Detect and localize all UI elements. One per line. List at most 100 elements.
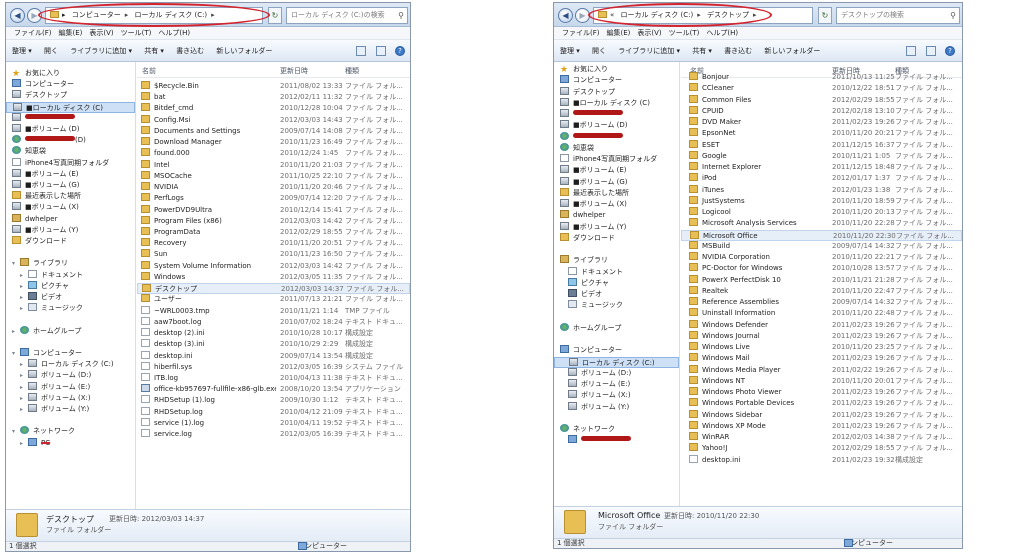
file-row[interactable]: ESET 2011/12/15 16:37 ファイル フォル...	[681, 139, 962, 151]
file-row[interactable]: office-kb957697-fullfile-x86-glb.exe 2008…	[137, 384, 410, 395]
column-header-type[interactable]: 種類	[345, 65, 359, 77]
nav-item[interactable]: ▸ ボリューム (E:)	[6, 381, 135, 393]
nav-item[interactable]: ドキュメント	[554, 266, 679, 278]
nav-item[interactable]: ■ボリューム (X)	[6, 202, 135, 213]
nav-item[interactable]: ■ボリューム (D)	[554, 120, 679, 131]
nav-item[interactable]: ミュージック	[554, 300, 679, 311]
file-row[interactable]: System Volume Information 2012/03/03 14:4…	[137, 260, 410, 272]
nav-item[interactable]: dwhelper	[6, 213, 135, 225]
file-row[interactable]: iTunes 2012/01/23 1:38 ファイル フォル...	[681, 184, 962, 196]
forward-button[interactable]: ▶	[575, 8, 590, 23]
forward-button[interactable]: ▶	[27, 8, 42, 23]
nav-item[interactable]: ▸ ローカル ディスク (C:)	[6, 359, 135, 370]
file-row[interactable]: EpsonNet 2010/11/20 20:21 ファイル フォル...	[681, 128, 962, 139]
file-row[interactable]: Windows Journal 2011/02/23 19:26 ファイル フォル.…	[681, 330, 962, 342]
nav-item[interactable]: ボリューム (X:)	[554, 390, 679, 401]
nav-item[interactable]: ダウンロード	[6, 236, 135, 247]
file-row[interactable]: desktop.ini 2011/02/23 19:32 構成設定	[681, 454, 962, 466]
nav-item[interactable]	[6, 112, 135, 124]
open-button[interactable]: 開く	[592, 40, 606, 62]
file-row[interactable]: PowerX PerfectDisk 10 2010/11/21 21:28 ファイ…	[681, 274, 962, 286]
file-row[interactable]: Google 2010/11/21 1:05 ファイル フォル...	[681, 150, 962, 162]
menu-tools[interactable]: ツール(T)	[121, 27, 152, 40]
nav-item[interactable]: ▸ ボリューム (X:)	[6, 392, 135, 404]
preview-pane-icon[interactable]	[926, 46, 936, 56]
nav-item[interactable]: ダウンロード	[554, 232, 679, 244]
file-row[interactable]: Windows 2012/03/05 11:35 ファイル フォル...	[137, 271, 410, 283]
nav-item[interactable]: ▸ ホームグループ	[6, 325, 135, 337]
file-row[interactable]: RHDSetup.log 2010/04/12 21:09 テキスト ドキュ...	[137, 406, 410, 418]
refresh-button[interactable]: ↻	[818, 7, 832, 24]
help-icon[interactable]: ?	[395, 46, 405, 56]
expand-arrow-icon[interactable]: ▸	[20, 370, 28, 381]
new-folder-button[interactable]: 新しいフォルダー	[764, 40, 820, 62]
file-row[interactable]: Internet Explorer 2011/12/15 18:48 ファイル フォ…	[681, 162, 962, 173]
nav-item[interactable]: (D)	[6, 135, 135, 146]
expand-arrow-icon[interactable]: ▸	[20, 281, 28, 292]
nav-item[interactable]: ボリューム (Y:)	[554, 401, 679, 413]
file-row[interactable]: Download Manager 2010/11/23 16:49 ファイル フォル…	[137, 137, 410, 148]
nav-item[interactable]: ■ボリューム (X)	[554, 199, 679, 210]
file-row[interactable]: desktop (3).ini 2010/10/29 2:29 構成設定	[137, 339, 410, 350]
file-row[interactable]: Documents and Settings 2009/07/14 14:08 ファ…	[137, 125, 410, 137]
nav-item[interactable]: ホームグループ	[554, 322, 679, 334]
nav-item[interactable]: ■ボリューム (D)	[6, 124, 135, 135]
nav-item[interactable]: ▸ ピクチャ	[6, 280, 135, 292]
nav-item[interactable]: iPhone4写真同期フォルダ	[554, 154, 679, 165]
file-row[interactable]: found.000 2010/12/24 1:45 ファイル フォル...	[137, 148, 410, 159]
file-row[interactable]: NVIDIA 2010/11/20 20:46 ファイル フォル...	[137, 182, 410, 193]
nav-item[interactable]: ▸ PC	[6, 437, 135, 449]
file-row[interactable]: Realtek 2010/11/20 22:47 ファイル フォル...	[681, 285, 962, 297]
file-row[interactable]: Sun 2010/11/23 16:50 ファイル フォル...	[137, 249, 410, 260]
nav-item[interactable]: ■ボリューム (E)	[6, 168, 135, 180]
nav-item[interactable]: ★ お気に入り	[6, 68, 135, 79]
address-field[interactable]: « ローカル ディスク (C:) ▸ デスクトップ ▸	[593, 7, 813, 24]
open-button[interactable]: 開く	[44, 40, 58, 62]
file-row[interactable]: PerfLogs 2009/07/14 12:20 ファイル フォル...	[137, 193, 410, 204]
file-row[interactable]: Reference Assemblies 2009/07/14 14:32 ファイル…	[681, 297, 962, 308]
nav-item[interactable]: ネットワーク	[554, 424, 679, 435]
file-row[interactable]: Microsoft Office 2010/11/20 22:30 ファイル フォル…	[681, 229, 962, 241]
menu-help[interactable]: ヘルプ(H)	[158, 27, 190, 40]
file-row[interactable]: Logicool 2010/11/20 20:13 ファイル フォル...	[681, 207, 962, 218]
nav-item[interactable]	[554, 435, 679, 446]
file-row[interactable]: Windows Portable Devices 2011/02/23 19:26…	[681, 398, 962, 409]
refresh-button[interactable]: ↻	[268, 7, 282, 24]
nav-item[interactable]: iPhone4写真同期フォルダ	[6, 157, 135, 169]
expand-arrow-icon[interactable]: ▸	[20, 393, 28, 404]
file-row[interactable]: Microsoft Analysis Services 2010/11/20 22…	[681, 218, 962, 229]
search-input[interactable]: デスクトップの検索 ⚲	[836, 7, 960, 24]
address-field[interactable]: ▸ コンピューター ▸ ローカル ディスク (C:) ▸	[45, 7, 263, 24]
nav-item[interactable]: 最近表示した場所	[554, 187, 679, 199]
nav-item[interactable]: ▾ ライブラリ	[6, 258, 135, 269]
file-row[interactable]: CPUID 2012/02/18 13:10 ファイル フォル...	[681, 105, 962, 117]
nav-item[interactable]: ▾ ネットワーク	[6, 426, 135, 437]
nav-item[interactable]: ボリューム (D:)	[554, 367, 679, 379]
nav-item[interactable]: ■ボリューム (E)	[554, 165, 679, 176]
organize-button[interactable]: 整理 ▾	[12, 40, 32, 62]
nav-item[interactable]: デスクトップ	[554, 86, 679, 98]
nav-item[interactable]: ローカル ディスク (C:)	[554, 356, 679, 368]
view-options-icon[interactable]	[906, 46, 916, 56]
nav-item[interactable]	[554, 109, 679, 120]
file-row[interactable]: desktop (2).ini 2010/10/28 10:17 構成設定	[137, 328, 410, 339]
menu-file[interactable]: ファイル(F)	[562, 27, 600, 40]
file-row[interactable]: MSOCache 2011/10/25 22:10 ファイル フォル...	[137, 170, 410, 182]
file-row[interactable]: $Recycle.Bin 2011/08/02 13:33 ファイル フォル...	[137, 81, 410, 92]
burn-button[interactable]: 書き込む	[724, 40, 752, 62]
file-row[interactable]: ITB.log 2010/04/13 11:38 テキスト ドキュ...	[137, 372, 410, 384]
file-row[interactable]: RHDSetup (1).log 2009/10/30 1:12 テキスト ドキュ.…	[137, 395, 410, 406]
nav-item[interactable]: ライブラリ	[554, 255, 679, 266]
file-row[interactable]: Windows Photo Viewer 2011/02/23 19:26 ファイル…	[681, 387, 962, 398]
add-library-button[interactable]: ライブラリに追加 ▾	[618, 40, 680, 62]
menu-help[interactable]: ヘルプ(H)	[706, 27, 738, 40]
nav-item[interactable]: ▸ ミュージック	[6, 303, 135, 314]
column-header-name[interactable]: 名前	[142, 65, 156, 77]
file-row[interactable]: desktop.ini 2009/07/14 13:54 構成設定	[137, 350, 410, 362]
expand-arrow-icon[interactable]: ▸	[20, 359, 28, 370]
file-row[interactable]: Bonjour 2011/10/13 11:25 ファイル フォル...	[681, 72, 962, 83]
file-row[interactable]: Windows NT 2010/11/20 20:01 ファイル フォル...	[681, 375, 962, 387]
file-row[interactable]: NVIDIA Corporation 2010/11/20 22:21 ファイル フ…	[681, 252, 962, 263]
nav-item[interactable]: ▸ ボリューム (D:)	[6, 370, 135, 381]
view-options-icon[interactable]	[356, 46, 366, 56]
